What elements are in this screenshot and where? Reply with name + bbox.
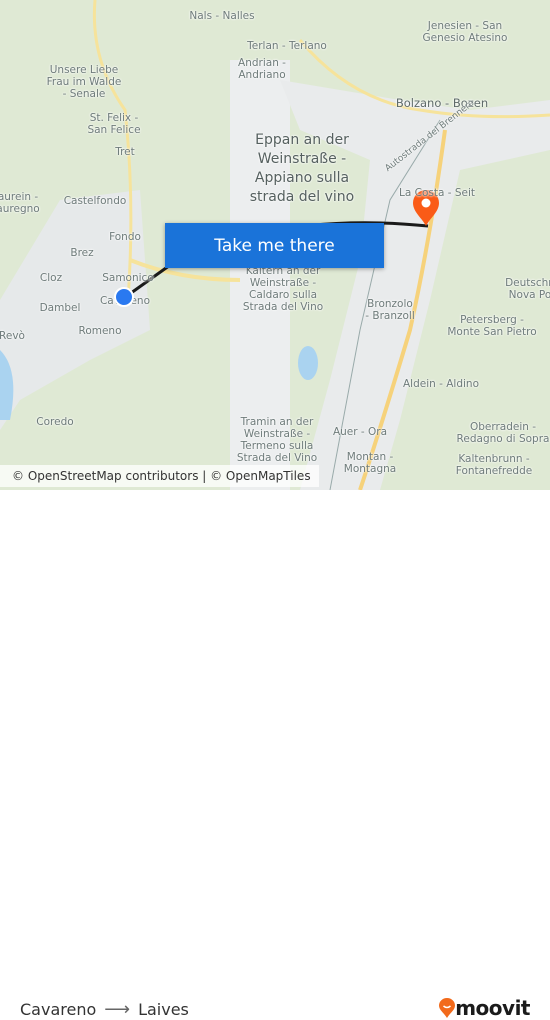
map-place-label: Deutschn Nova Po <box>505 277 550 301</box>
map-place-label: Auer - Ora <box>332 426 388 438</box>
route-title: Cavareno ⟶ Laives <box>20 999 189 1020</box>
map-place-label: Kaltenbrunn - Fontanefredde <box>455 453 533 477</box>
destination-name: Laives <box>138 1000 189 1019</box>
map-place-label: Montan - Montagna <box>343 451 397 475</box>
map[interactable]: Nals - Nalles Jenesien - San Genesio Ates… <box>0 0 550 490</box>
map-place-label: St. Felix - San Felice <box>87 112 141 136</box>
map-place-label: Romeno <box>78 325 122 337</box>
map-place-label: Andrian - Andriano <box>238 57 286 81</box>
map-place-label: Nals - Nalles <box>189 10 255 22</box>
map-place-label: Tret <box>115 146 135 158</box>
map-place-label: Terlan - Terlano <box>247 40 327 52</box>
map-attribution[interactable]: © OpenStreetMap contributors | © OpenMap… <box>0 465 319 487</box>
map-place-label: Petersberg - Monte San Pietro <box>447 314 537 338</box>
map-place-label: Brez <box>70 247 94 259</box>
origin-name: Cavareno <box>20 1000 97 1019</box>
map-place-label: aurein - auregno <box>0 191 40 215</box>
map-place-label: Cloz <box>39 272 63 284</box>
map-place-label: Tramin an der Weinstraße - Termeno sulla… <box>236 416 318 464</box>
map-place-label: Coredo <box>36 416 74 428</box>
map-place-label: Jenesien - San Genesio Atesino <box>422 20 508 44</box>
map-place-label: Castelfondo <box>63 195 127 207</box>
arrow-right-icon: ⟶ <box>104 999 131 1020</box>
map-place-label: Bronzolo - Branzoll <box>365 298 415 322</box>
footer: Cavareno ⟶ Laives moovit <box>0 490 550 1020</box>
moovit-pin-icon <box>439 998 456 1018</box>
map-place-label: Unsere Liebe Frau im Walde - Senale <box>46 64 122 100</box>
moovit-logo[interactable]: moovit <box>439 996 530 1020</box>
origin-marker-icon <box>114 287 134 307</box>
map-place-label: Aldein - Aldino <box>402 378 480 390</box>
take-me-there-button[interactable]: Take me there <box>165 223 384 268</box>
map-place-label: Oberradein - Redagno di Sopra <box>456 421 550 445</box>
map-place-label: Revò <box>0 330 25 342</box>
map-place-label: Samonico <box>102 272 154 284</box>
brand-name: moovit <box>455 996 530 1020</box>
map-place-label: Eppan an der Weinstraße - Appiano sulla … <box>249 132 355 205</box>
map-place-label: La Costa - Seit <box>398 187 476 199</box>
map-place-label: Dambel <box>39 302 81 314</box>
map-place-label: Fondo <box>109 231 141 243</box>
map-place-label: Kaltern an der Weinstraße - Caldaro sull… <box>242 265 324 313</box>
